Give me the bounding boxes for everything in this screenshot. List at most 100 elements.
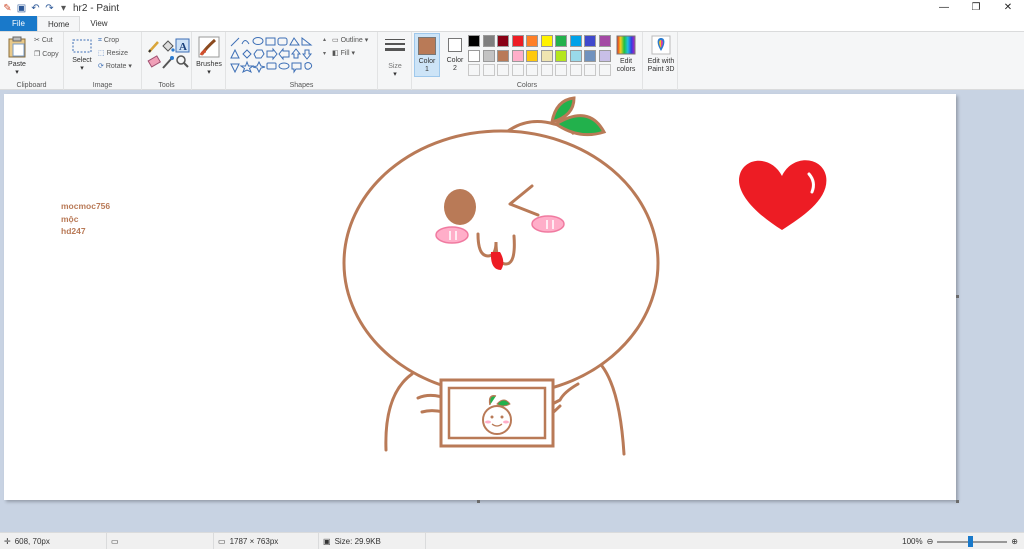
custom-color-slot[interactable] — [584, 64, 596, 76]
left-eye — [444, 189, 476, 225]
shapes-scroll-up-icon[interactable]: ▴ — [323, 36, 326, 43]
cut-button[interactable]: ✂ Cut — [34, 37, 53, 45]
color1-label-line1: Color — [418, 58, 436, 65]
zoom-slider[interactable] — [937, 535, 1008, 547]
save-icon[interactable]: ▣ — [16, 3, 27, 14]
custom-color-slot[interactable] — [468, 64, 480, 76]
canvas-resize-handle-bottom[interactable] — [477, 500, 480, 503]
file-size-text: Size: 29.9KB — [334, 537, 381, 546]
tools-group-label: Tools — [158, 82, 175, 89]
colors-group: Color 1 Color 2 Edit colors Colors — [412, 32, 678, 90]
image-group: Select ▾ ⌗ Crop ⬚ Resize ⟳ Rotate ▾ Imag… — [64, 32, 142, 90]
zoom-out-icon[interactable]: ⊖ — [927, 537, 934, 546]
cursor-position: ✛ 608, 70px — [0, 533, 107, 549]
zoom-slider-thumb[interactable] — [968, 535, 974, 547]
edit-with-paint3d-button[interactable]: Edit with Paint 3D — [644, 35, 678, 74]
crop-button[interactable]: ⌗ Crop — [98, 37, 119, 45]
custom-color-slot[interactable] — [569, 64, 582, 76]
color-swatch[interactable] — [540, 49, 553, 62]
color-swatch[interactable] — [540, 35, 553, 47]
color1-button[interactable]: Color 1 — [414, 33, 440, 77]
color-swatch[interactable] — [468, 35, 480, 47]
minimize-button[interactable]: — — [928, 0, 960, 16]
select-button[interactable]: Select ▾ — [70, 38, 94, 73]
fill-bucket-icon[interactable] — [162, 40, 175, 52]
color-swatch[interactable] — [569, 35, 582, 47]
drawing-canvas[interactable]: mocmoc756 mộc hd247 — [4, 94, 956, 500]
custom-color-slot[interactable] — [511, 64, 524, 76]
magnifier-icon[interactable] — [176, 55, 189, 68]
rotate-dropdown-icon[interactable]: ▾ — [128, 63, 132, 70]
color-swatch[interactable] — [468, 49, 480, 62]
color-swatch[interactable] — [511, 35, 524, 47]
custom-color-slot[interactable] — [555, 64, 567, 76]
paste-button[interactable]: Paste ▾ — [4, 36, 30, 77]
crop-icon: ⌗ — [98, 37, 102, 44]
canvas-workspace[interactable]: mocmoc756 mộc hd247 — [0, 91, 1024, 532]
undo-icon[interactable]: ↶ — [30, 3, 41, 14]
paste-dropdown-icon[interactable]: ▾ — [4, 69, 30, 77]
canvas-resize-handle-corner[interactable] — [956, 500, 959, 503]
resize-button[interactable]: ⬚ Resize — [98, 50, 128, 58]
custom-color-slot[interactable] — [598, 64, 611, 76]
size-dropdown-icon[interactable]: ▾ — [382, 71, 408, 79]
tab-view[interactable]: View — [80, 16, 117, 31]
image-group-label: Image — [92, 82, 113, 89]
paste-label: Paste — [8, 61, 26, 68]
resize-icon: ⬚ — [98, 50, 105, 57]
outline-dropdown-icon: ▾ — [364, 37, 369, 44]
color-swatch[interactable] — [569, 49, 582, 62]
customize-dropdown-icon[interactable]: ▾ — [58, 3, 69, 14]
color2-button[interactable]: Color 2 — [442, 33, 468, 77]
custom-color-slot[interactable] — [497, 64, 509, 76]
zoom-in-icon[interactable]: ⊕ — [1011, 537, 1018, 546]
tab-file[interactable]: File — [0, 16, 37, 31]
color-swatch[interactable] — [584, 35, 596, 47]
rotate-button[interactable]: ⟳ Rotate ▾ — [98, 63, 132, 71]
window-controls: — ❐ ✕ — [928, 0, 1024, 16]
edit-colors-button[interactable]: Edit colors — [614, 35, 638, 74]
color-swatch[interactable] — [511, 49, 524, 62]
custom-color-slot[interactable] — [540, 64, 553, 76]
redo-icon[interactable]: ↷ — [44, 3, 55, 14]
select-rectangle-icon — [72, 39, 92, 53]
color-swatch[interactable] — [482, 35, 495, 47]
brushes-button[interactable]: Brushes ▾ — [195, 36, 223, 77]
color-swatch[interactable] — [584, 49, 596, 62]
color-swatch[interactable] — [497, 49, 509, 62]
pencil-icon[interactable] — [148, 41, 159, 53]
brushes-dropdown-icon[interactable]: ▾ — [195, 69, 223, 77]
eraser-icon[interactable] — [147, 55, 162, 68]
select-dropdown-icon[interactable]: ▾ — [70, 65, 94, 73]
color-swatch[interactable] — [555, 49, 567, 62]
color-swatch[interactable] — [482, 49, 495, 62]
shapes-scroll-down-icon[interactable]: ▾ — [323, 50, 326, 57]
fill-icon: ◧ — [332, 50, 339, 57]
color-swatch[interactable] — [526, 35, 538, 47]
custom-color-slot[interactable] — [526, 64, 538, 76]
fill-button[interactable]: ◧ Fill ▾ — [332, 50, 355, 58]
paint3d-group: Edit with Paint 3D — [642, 32, 678, 90]
color-swatch[interactable] — [598, 49, 611, 62]
size-button[interactable]: Size ▾ — [382, 36, 408, 79]
copy-button[interactable]: ❐ Copy — [34, 51, 59, 59]
text-tool-icon[interactable]: A — [175, 38, 190, 53]
close-button[interactable]: ✕ — [992, 0, 1024, 16]
color2-label-line2: 2 — [453, 65, 457, 72]
outline-button[interactable]: ▭ Outline ▾ — [332, 37, 368, 45]
canvas-resize-handle-right[interactable] — [956, 295, 959, 298]
color1-swatch — [418, 37, 436, 55]
size-label: Size — [388, 63, 402, 70]
color-picker-icon[interactable] — [162, 56, 174, 69]
color-swatch[interactable] — [598, 35, 611, 47]
brushes-group: Brushes ▾ — [192, 32, 226, 90]
color-swatch[interactable] — [555, 35, 567, 47]
shapes-gallery[interactable] — [229, 36, 325, 74]
rainbow-palette-icon — [616, 35, 636, 55]
custom-color-slot[interactable] — [482, 64, 495, 76]
disk-icon: ▣ — [323, 537, 331, 546]
color-swatch[interactable] — [526, 49, 538, 62]
maximize-button[interactable]: ❐ — [960, 0, 992, 16]
color-swatch[interactable] — [497, 35, 509, 47]
tab-home[interactable]: Home — [37, 16, 81, 31]
